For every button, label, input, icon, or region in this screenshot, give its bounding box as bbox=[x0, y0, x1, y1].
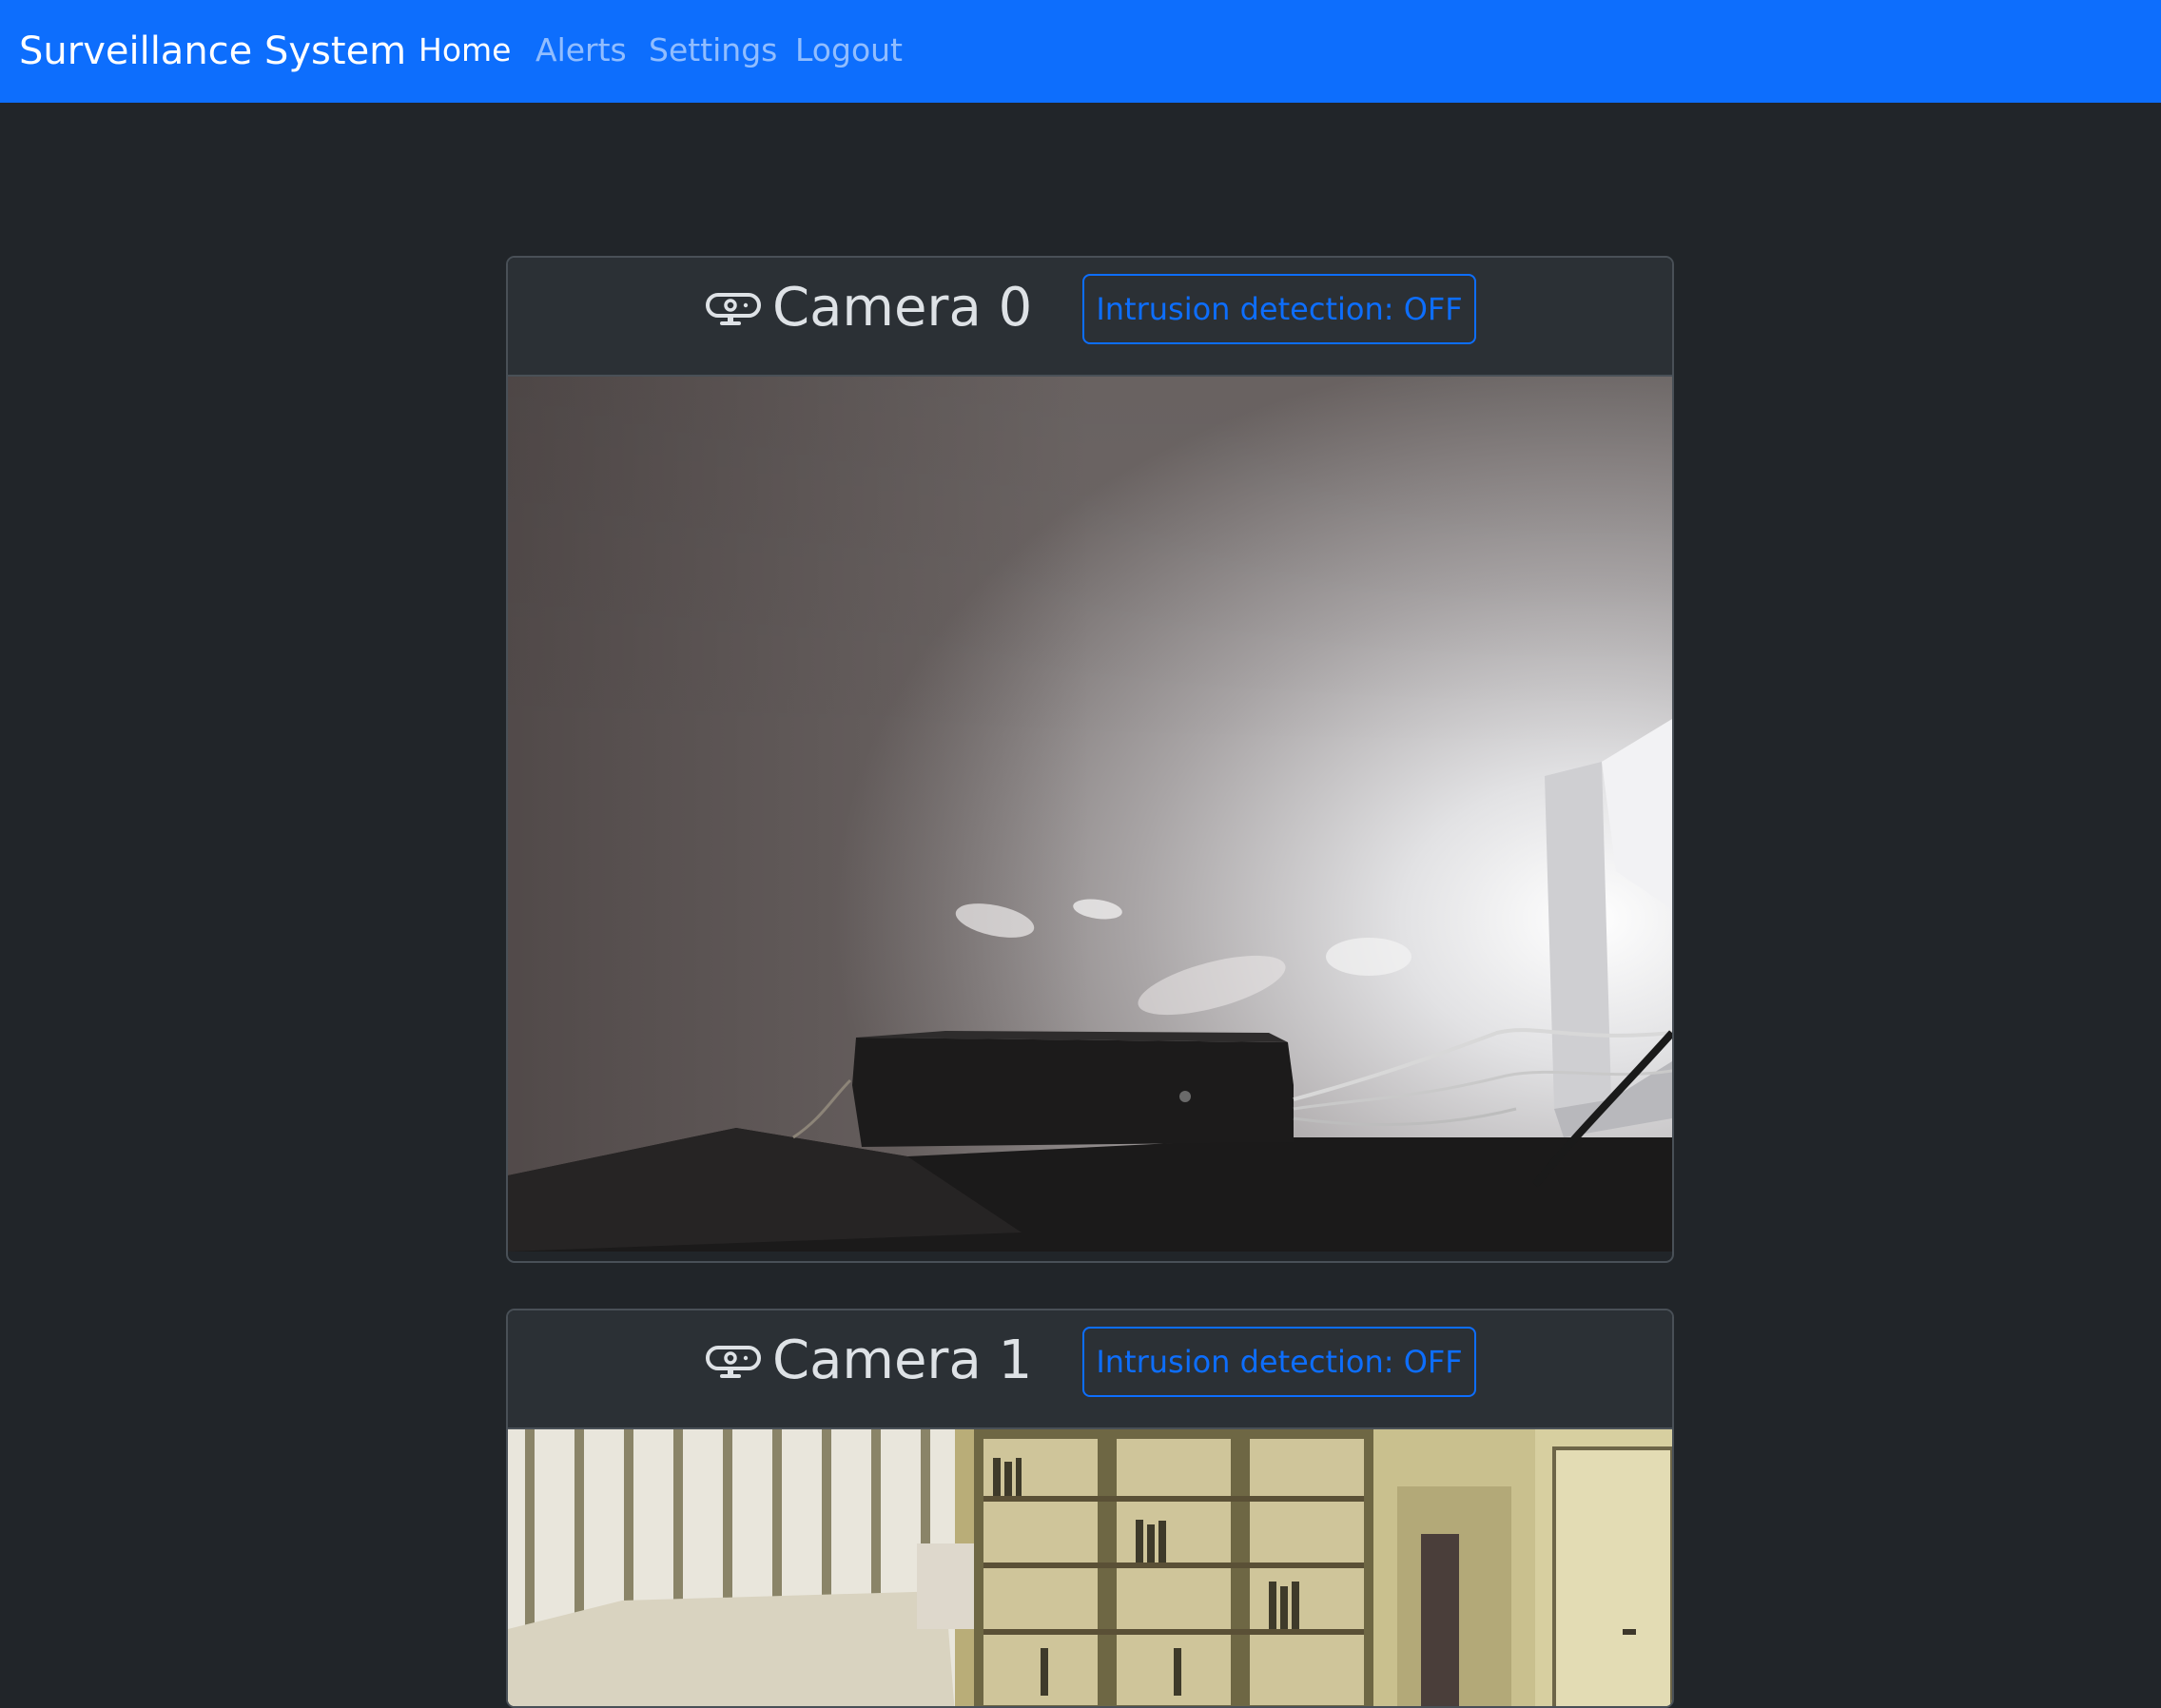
webcam-icon bbox=[706, 293, 761, 325]
camera-card-0: Camera 0 Intrusion detection: OFF bbox=[506, 256, 1674, 1263]
camera-title: Camera 0 bbox=[772, 277, 1033, 339]
camera-card-header: Camera 0 Intrusion detection: OFF bbox=[508, 258, 1672, 377]
camera-feed-image bbox=[508, 1429, 1672, 1706]
navbar-brand[interactable]: Surveillance System bbox=[19, 0, 406, 103]
nav-link-logout[interactable]: Logout bbox=[795, 0, 903, 103]
webcam-icon bbox=[706, 1346, 761, 1378]
camera-title: Camera 1 bbox=[772, 1330, 1033, 1391]
nav-link-home[interactable]: Home bbox=[419, 0, 511, 103]
nav-link-settings[interactable]: Settings bbox=[649, 0, 777, 103]
nav-link-alerts[interactable]: Alerts bbox=[535, 0, 627, 103]
camera-card-1: Camera 1 Intrusion detection: OFF bbox=[506, 1309, 1674, 1708]
intrusion-detection-toggle-button[interactable]: Intrusion detection: OFF bbox=[1082, 274, 1476, 344]
intrusion-detection-toggle-button[interactable]: Intrusion detection: OFF bbox=[1082, 1327, 1476, 1397]
camera-card-header: Camera 1 Intrusion detection: OFF bbox=[508, 1310, 1672, 1429]
top-navbar: Surveillance System Home Alerts Settings… bbox=[0, 0, 2161, 103]
camera-feed-image bbox=[508, 377, 1672, 1252]
